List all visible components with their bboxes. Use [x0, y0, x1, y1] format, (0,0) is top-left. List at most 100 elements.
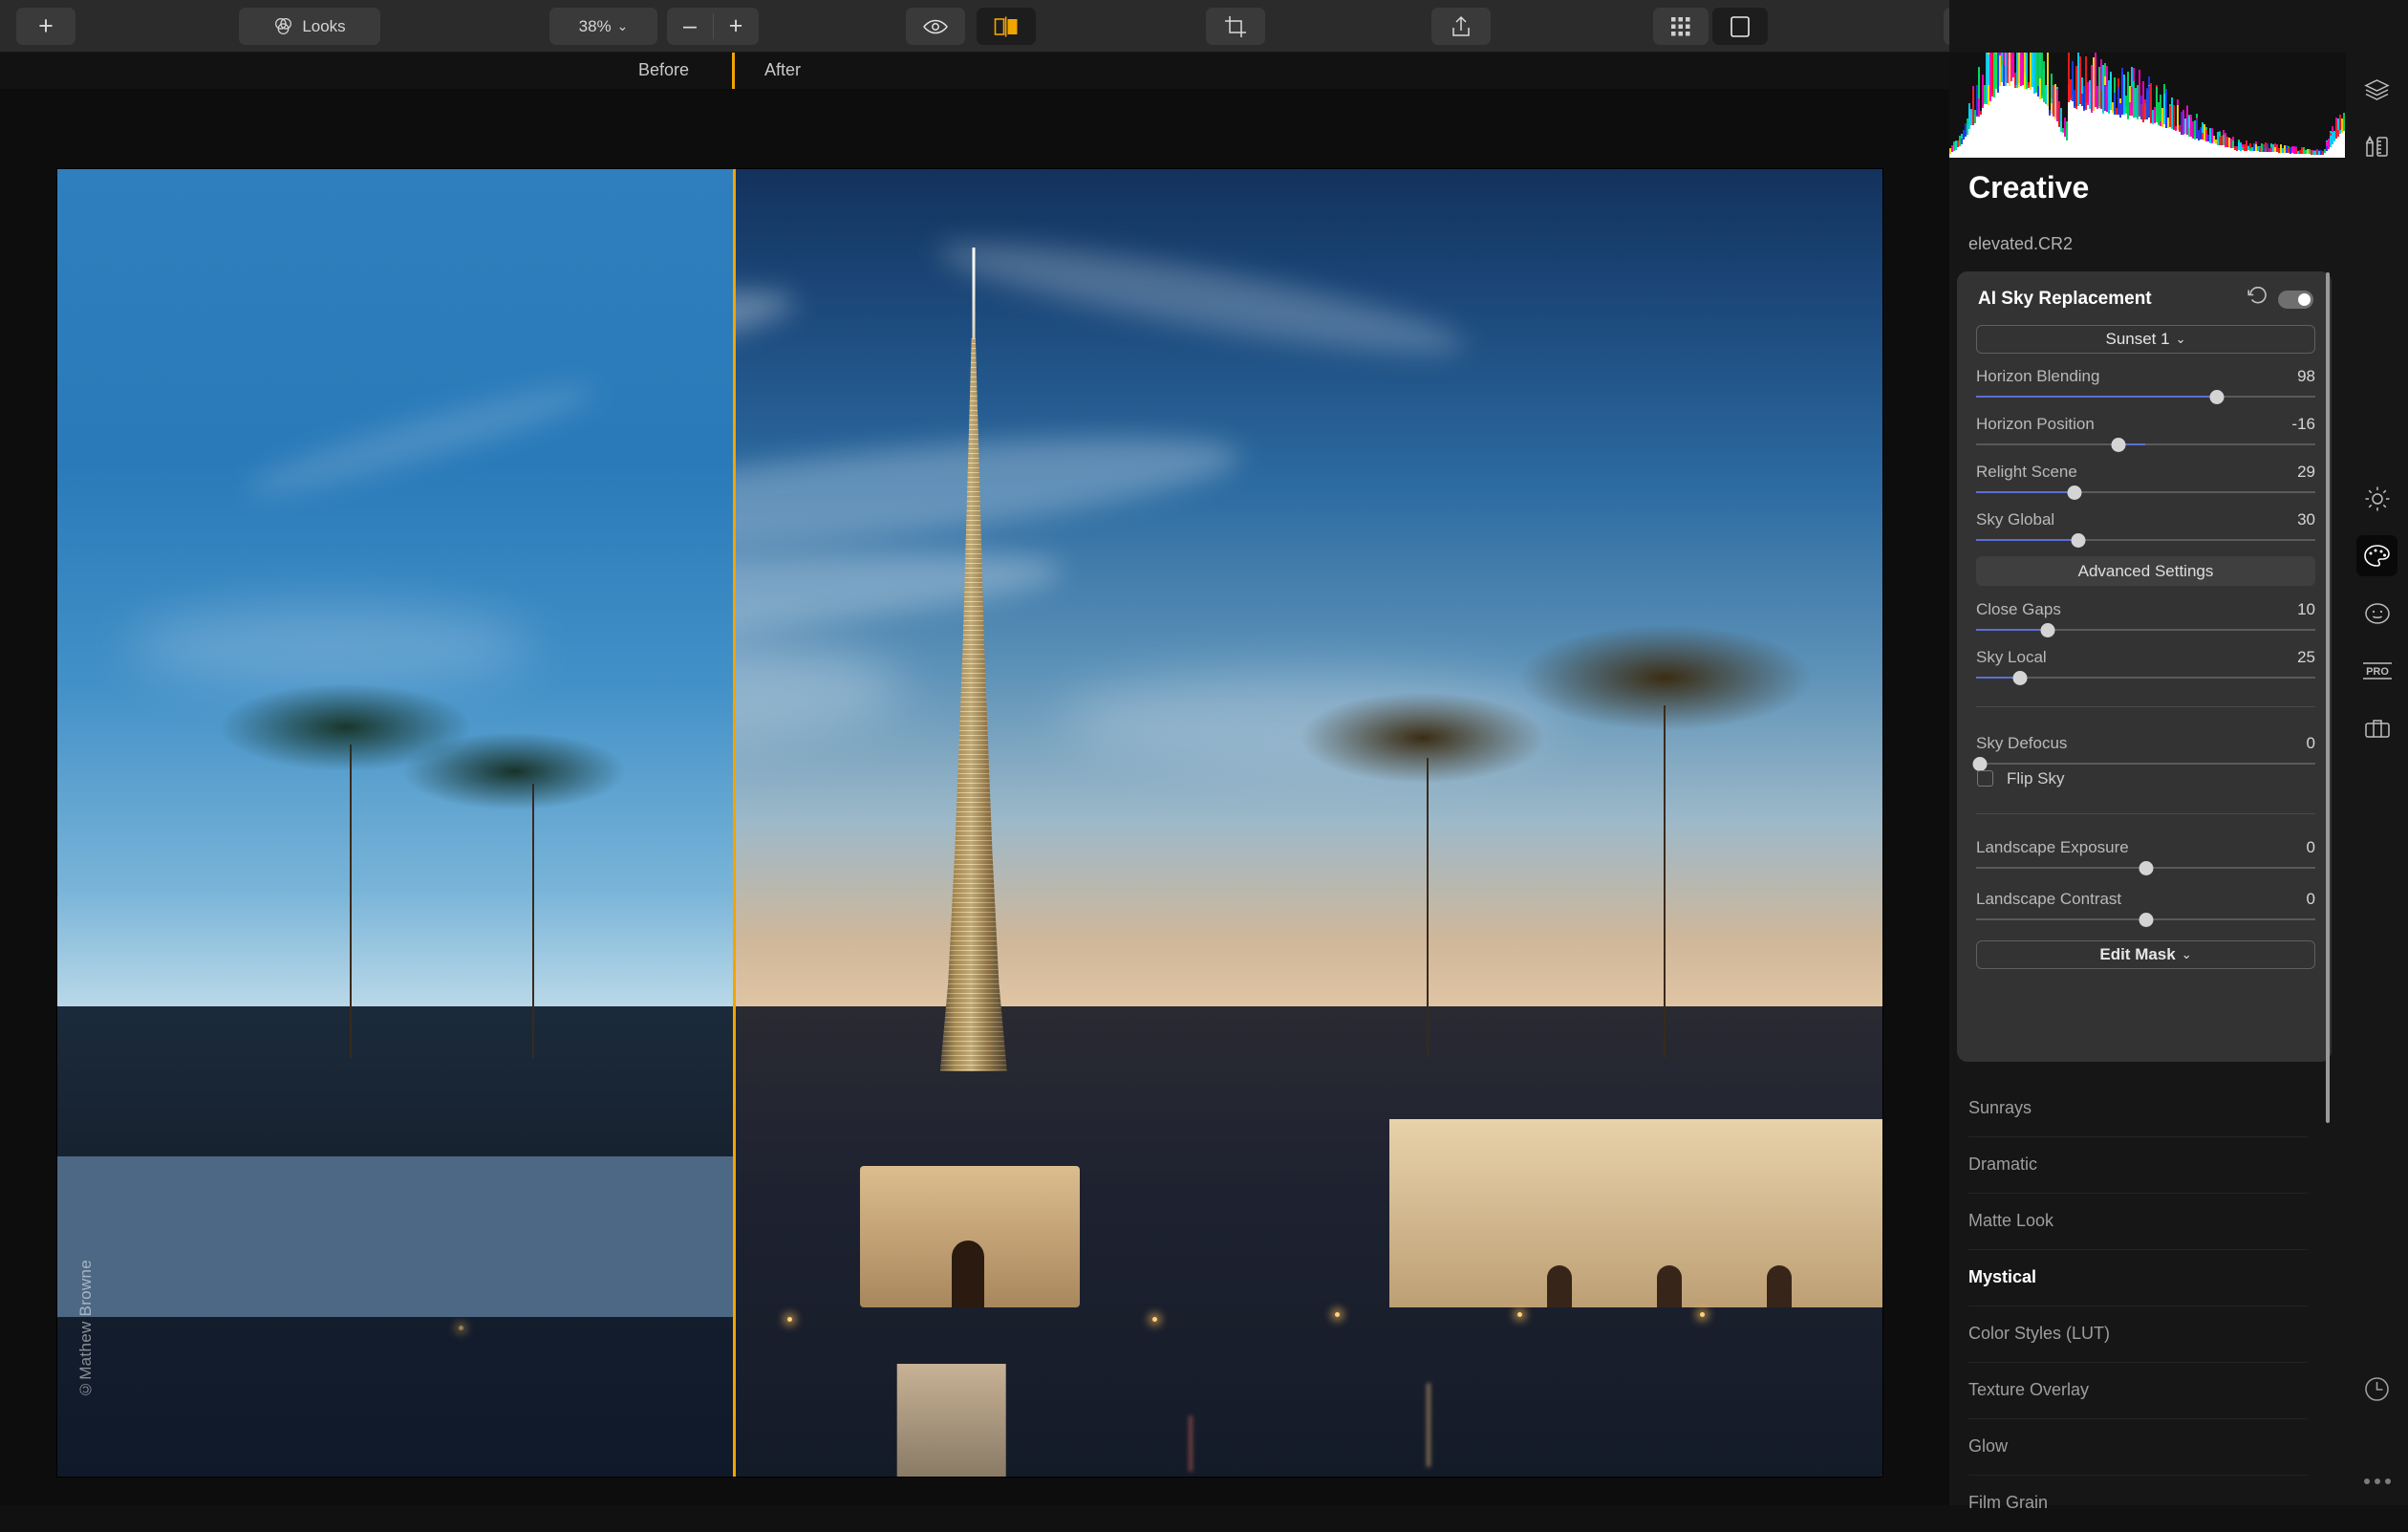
- reset-arrow-icon[interactable]: [2247, 287, 2268, 306]
- filter-item-mystical[interactable]: Mystical: [1949, 1250, 2346, 1306]
- filter-item-texture-overlay[interactable]: Texture Overlay: [1949, 1363, 2346, 1419]
- slider-horizon-blending[interactable]: Horizon Blending 98: [1976, 367, 2315, 405]
- preview-toggle-button[interactable]: [906, 8, 965, 45]
- add-button[interactable]: +: [16, 8, 75, 45]
- slider-fill: [1976, 396, 2218, 398]
- slider-knob[interactable]: [1972, 757, 1988, 771]
- share-icon: [1451, 15, 1472, 38]
- grid-view-button[interactable]: [1653, 8, 1709, 45]
- filter-item-color-styles-lut[interactable]: Color Styles (LUT): [1949, 1306, 2346, 1363]
- slider-label: Close Gaps: [1976, 600, 2061, 618]
- single-view-button[interactable]: [1712, 8, 1768, 45]
- slider-landscape-contrast[interactable]: Landscape Contrast 0: [1976, 890, 2315, 928]
- slider-knob[interactable]: [2040, 623, 2055, 637]
- sky-preset-select[interactable]: Sunset 1 ⌄: [1976, 325, 2315, 354]
- rail-item-history[interactable]: [2356, 1369, 2397, 1410]
- slider-value: 98: [2297, 367, 2315, 385]
- toggle-knob: [2298, 293, 2311, 306]
- slider-knob[interactable]: [2139, 861, 2153, 875]
- slider-fill: [1976, 491, 2075, 493]
- looks-icon: [273, 16, 293, 36]
- crop-button[interactable]: [1206, 8, 1265, 45]
- zoom-stepper[interactable]: – +: [667, 8, 759, 45]
- compare-view-button[interactable]: [977, 8, 1036, 45]
- rail-item-essentials[interactable]: [2356, 478, 2397, 519]
- flip-sky-label: Flip Sky: [2007, 769, 2065, 788]
- image-canvas[interactable]: ©Mathew Browne: [0, 89, 1949, 1505]
- history-clock-icon: [2363, 1375, 2391, 1403]
- ai-sky-replacement-card: AI Sky Replacement Sunset 1 ⌄ Horizon Bl…: [1957, 271, 2332, 1062]
- slider-value: 0: [2306, 734, 2315, 752]
- slider-label: Sky Local: [1976, 648, 2047, 666]
- filter-item-dramatic[interactable]: Dramatic: [1949, 1137, 2346, 1194]
- photo-after-half: [733, 169, 1882, 1477]
- page-title: Creative: [1968, 170, 2090, 205]
- filter-item-glow[interactable]: Glow: [1949, 1419, 2346, 1476]
- edit-mask-button[interactable]: Edit Mask ⌄: [1976, 940, 2315, 969]
- filter-label: Texture Overlay: [1968, 1380, 2090, 1399]
- slider-landscape-exposure[interactable]: Landscape Exposure 0: [1976, 838, 2315, 876]
- chevron-down-icon: ⌄: [2181, 947, 2192, 961]
- slider-label: Landscape Contrast: [1976, 890, 2122, 908]
- rail-item-toolkit[interactable]: [2356, 707, 2397, 748]
- rail-item-layers[interactable]: [2356, 69, 2397, 110]
- photo-preview[interactable]: ©Mathew Browne: [57, 169, 1882, 1477]
- slider-sky-defocus[interactable]: Sky Defocus 0: [1972, 734, 2315, 772]
- slider-fill: [1976, 629, 2048, 631]
- share-button[interactable]: [1431, 8, 1491, 45]
- slider-knob[interactable]: [2139, 913, 2153, 927]
- slider-horizon-position[interactable]: Horizon Position -16: [1976, 415, 2315, 453]
- divider: [1976, 813, 2315, 814]
- slider-label: Relight Scene: [1976, 463, 2077, 481]
- panel-scrollbar[interactable]: [2326, 272, 2330, 1123]
- slider-sky-local[interactable]: Sky Local 25: [1976, 648, 2315, 686]
- more-dots-icon[interactable]: [2356, 1471, 2397, 1492]
- dot: [2363, 1478, 2370, 1484]
- svg-text:PRO: PRO: [2366, 666, 2389, 678]
- before-after-split-handle[interactable]: [733, 169, 736, 1477]
- slider-value: 25: [2297, 648, 2315, 666]
- split-handle-top[interactable]: [732, 53, 735, 89]
- looks-button[interactable]: Looks: [239, 8, 380, 45]
- filter-item-sunrays[interactable]: Sunrays: [1949, 1081, 2346, 1137]
- edit-side-panel: Creative elevated.CR2 AI Sky Replacement…: [1949, 0, 2346, 1512]
- rail-item-portrait[interactable]: [2356, 593, 2397, 634]
- card-enable-toggle[interactable]: [2278, 291, 2313, 309]
- flip-sky-checkbox[interactable]: [1977, 770, 1993, 787]
- filter-item-matte-look[interactable]: Matte Look: [1949, 1194, 2346, 1250]
- sky-preset-value: Sunset 1: [2105, 330, 2170, 348]
- slider-knob[interactable]: [2209, 390, 2225, 404]
- photographer-watermark: ©Mathew Browne: [76, 1259, 95, 1398]
- filename-label: elevated.CR2: [1968, 234, 2074, 253]
- burj-tower: [939, 248, 1008, 1071]
- rail-item-pro[interactable]: PRO: [2356, 650, 2397, 691]
- slider-value: 29: [2297, 463, 2315, 481]
- slider-sky-global[interactable]: Sky Global 30: [1976, 510, 2315, 549]
- after-ground: [733, 1005, 1882, 1477]
- before-ground: [57, 1005, 733, 1477]
- slider-track[interactable]: [1976, 763, 2315, 765]
- rail-item-tools[interactable]: [2356, 126, 2397, 167]
- rail-item-creative[interactable]: [2356, 535, 2397, 576]
- slider-label: Sky Global: [1976, 510, 2055, 529]
- zoom-level-select[interactable]: 38% ⌄: [549, 8, 657, 45]
- before-scene: [57, 169, 733, 1477]
- card-title: AI Sky Replacement: [1978, 289, 2152, 309]
- zoom-out-button[interactable]: –: [667, 8, 713, 45]
- slider-relight-scene[interactable]: Relight Scene 29: [1976, 463, 2315, 501]
- slider-close-gaps[interactable]: Close Gaps 10: [1976, 600, 2315, 638]
- rgb-histogram: [1949, 53, 2346, 158]
- filter-item-film-grain[interactable]: Film Grain: [1949, 1476, 2346, 1532]
- filter-label: Color Styles (LUT): [1968, 1324, 2111, 1343]
- zoom-in-button[interactable]: +: [713, 8, 759, 45]
- slider-knob[interactable]: [2071, 533, 2085, 548]
- slider-knob[interactable]: [2111, 438, 2126, 452]
- slider-knob[interactable]: [2067, 485, 2082, 500]
- creative-palette-icon: [2363, 544, 2391, 569]
- after-sky-replaced: [733, 169, 1882, 1006]
- slider-value: 10: [2297, 600, 2315, 618]
- advanced-settings-button[interactable]: Advanced Settings: [1976, 556, 2315, 586]
- slider-track[interactable]: [1976, 443, 2315, 445]
- slider-knob[interactable]: [2012, 671, 2028, 685]
- layers-icon: [2364, 78, 2390, 101]
